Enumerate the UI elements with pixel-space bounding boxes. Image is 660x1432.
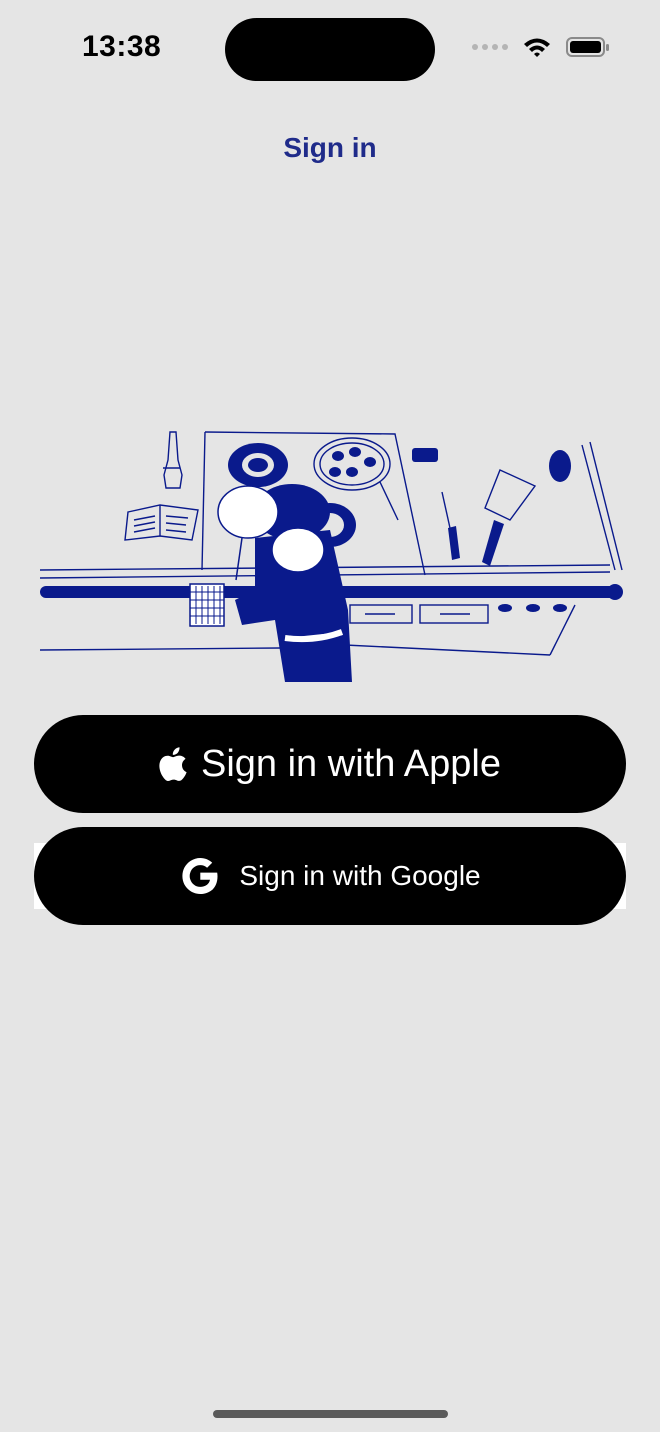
battery-icon [566,37,609,57]
apple-logo-icon [159,747,187,781]
cellular-signal-icon [472,44,508,50]
status-icons [472,36,610,58]
wifi-icon [524,38,550,57]
google-logo-icon [179,855,221,897]
kitchen-illustration [39,431,623,682]
status-time: 13:38 [82,30,162,63]
page-title: Sign in [283,132,377,163]
sign-in-with-google-button[interactable]: Sign in with Google [34,827,626,925]
google-button-label: Sign in with Google [239,860,481,891]
apple-button-label: Sign in with Apple [201,742,501,785]
dynamic-island [225,18,435,81]
sign-in-with-apple-button[interactable]: Sign in with Apple [34,715,626,813]
home-indicator[interactable] [213,1410,448,1418]
status-bar: 13:38 [0,0,660,100]
